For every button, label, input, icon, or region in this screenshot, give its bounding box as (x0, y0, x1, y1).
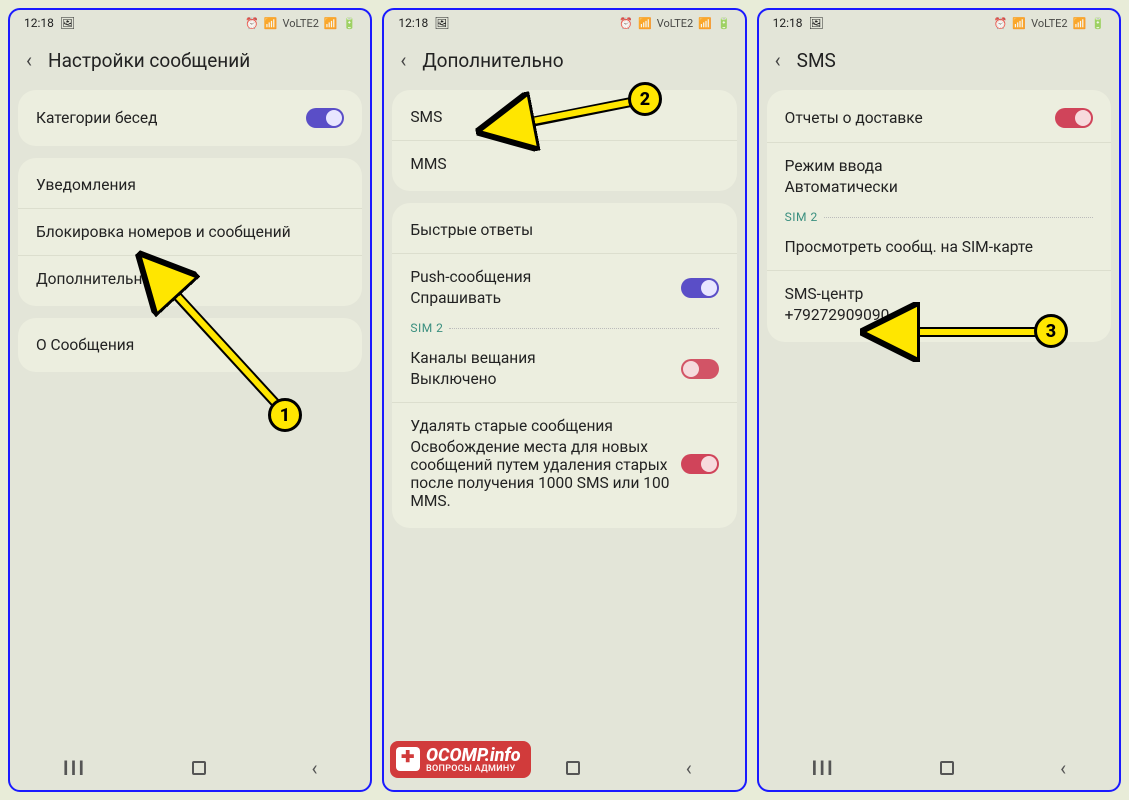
status-bar: 12:18 🖼 ⏰ 📶 VoLTE2 📶 🔋 (10, 10, 370, 36)
phone-screen-2: 12:18 🖼 ⏰ 📶 VoLTE2 📶 🔋 ‹ SMS Отчеты о доставке Реж… (757, 8, 1121, 792)
status-bar: 12:18 🖼 ⏰ 📶 VoLTE2 📶 🔋 (759, 10, 1119, 36)
callout-badge-3: 3 (1034, 314, 1068, 348)
sim-label-text: SIM 2 (410, 321, 443, 335)
row-label: Уведомления (36, 176, 136, 194)
status-icon: 🔋 (1091, 17, 1105, 30)
row-label: Push-сообщения (410, 268, 531, 286)
dotted-divider (449, 328, 718, 329)
status-icon: 📶 (324, 17, 338, 30)
nav-recent-icon[interactable]: III (811, 756, 834, 780)
settings-group: Быстрые ответы Push-сообщения Спрашивать SI… (392, 203, 736, 528)
status-icon: VoLTE2 (1031, 17, 1067, 30)
settings-row[interactable]: Удалять старые сообщения Освобождение мес… (392, 402, 736, 524)
nav-recent-icon[interactable]: III (63, 756, 86, 780)
row-label: SMS-центр (785, 285, 890, 303)
nav-home-icon[interactable] (566, 761, 580, 775)
nav-back-icon[interactable]: ‹ (311, 756, 317, 780)
status-time: 12:18 (398, 16, 428, 30)
back-icon[interactable]: ‹ (26, 48, 32, 72)
row-label: Быстрые ответы (410, 221, 533, 239)
sim-section-label: SIM 2 (392, 321, 736, 335)
settings-row[interactable]: Быстрые ответы (392, 207, 736, 253)
nav-back-icon[interactable]: ‹ (1060, 756, 1066, 780)
row-label: Каналы вещания (410, 349, 535, 367)
settings-row[interactable]: MMS (392, 140, 736, 187)
site-logo: OCOMP.info ВОПРОСЫ АДМИНУ (390, 741, 531, 778)
settings-row[interactable]: Категории бесед (18, 94, 362, 142)
toggle-switch[interactable] (306, 108, 344, 128)
settings-group: Категории бесед (18, 90, 362, 146)
row-label: Дополнительно (36, 270, 151, 288)
image-icon: 🖼 (60, 16, 75, 30)
logo-sub: ВОПРОСЫ АДМИНУ (426, 764, 521, 774)
row-label: О Сообщения (36, 336, 134, 354)
status-icon: 📶 (264, 17, 278, 30)
screen-header: ‹ SMS (759, 36, 1119, 90)
callout-arrow-3 (898, 320, 1048, 350)
row-sublabel: Спрашивать (410, 289, 531, 307)
screen-header: ‹ Дополнительно (384, 36, 744, 90)
sim-section-label: SIM 2 (767, 210, 1111, 224)
settings-group: Отчеты о доставке Режим ввода Автоматическ… (767, 90, 1111, 342)
status-icon: 🔋 (717, 17, 731, 30)
settings-row[interactable]: Просмотреть сообщ. на SIM-карте (767, 224, 1111, 270)
back-icon[interactable]: ‹ (400, 48, 406, 72)
row-sublabel: +79272909090 (785, 306, 890, 324)
toggle-switch[interactable] (681, 359, 719, 379)
row-label: Отчеты о доставке (785, 109, 923, 127)
nav-bar: III ‹ (10, 746, 370, 790)
nav-home-icon[interactable] (940, 761, 954, 775)
row-label: Просмотреть сообщ. на SIM-карте (785, 238, 1033, 256)
row-label: Блокировка номеров и сообщений (36, 223, 291, 241)
settings-row[interactable]: Каналы вещания Выключено (392, 335, 736, 402)
status-time: 12:18 (24, 16, 54, 30)
status-icon: ⏰ (245, 17, 259, 30)
screen-header: ‹ Настройки сообщений (10, 36, 370, 90)
image-icon: 🖼 (809, 16, 824, 30)
row-label: MMS (410, 155, 446, 173)
sim-label-text: SIM 2 (785, 210, 818, 224)
status-icon: ⏰ (619, 17, 633, 30)
settings-row[interactable]: Уведомления (18, 162, 362, 208)
status-icon: 📶 (698, 17, 712, 30)
callout-badge-1: 1 (268, 398, 302, 432)
image-icon: 🖼 (434, 16, 449, 30)
toggle-switch[interactable] (681, 454, 719, 474)
row-label: Режим ввода (785, 157, 898, 175)
status-time: 12:18 (773, 16, 803, 30)
status-icon: 📶 (638, 17, 652, 30)
nav-bar: III ‹ (759, 746, 1119, 790)
nav-back-icon[interactable]: ‹ (686, 756, 692, 780)
toggle-switch[interactable] (681, 278, 719, 298)
settings-row[interactable]: Push-сообщения Спрашивать (392, 253, 736, 321)
row-label: SMS (410, 108, 442, 126)
status-icon: 📶 (1073, 17, 1087, 30)
screen-title: Дополнительно (422, 49, 563, 72)
status-icon: ⏰ (994, 17, 1008, 30)
settings-row[interactable]: Отчеты о доставке (767, 94, 1111, 142)
status-icon: 📶 (1012, 17, 1026, 30)
dotted-divider (824, 217, 1093, 218)
status-bar: 12:18 🖼 ⏰ 📶 VoLTE2 📶 🔋 (384, 10, 744, 36)
status-icon: VoLTE2 (282, 17, 318, 30)
nav-home-icon[interactable] (192, 761, 206, 775)
toggle-switch[interactable] (1055, 108, 1093, 128)
screen-title: SMS (797, 49, 836, 72)
settings-row[interactable]: Режим ввода Автоматически (767, 142, 1111, 210)
back-icon[interactable]: ‹ (775, 48, 781, 72)
status-icon: VoLTE2 (657, 17, 693, 30)
row-hint: Освобождение места для новых сообщений п… (410, 438, 680, 510)
status-icon: 🔋 (343, 17, 357, 30)
row-sublabel: Выключено (410, 370, 535, 388)
screen-title: Настройки сообщений (48, 49, 250, 72)
logo-title: OCOMP.info (426, 745, 521, 766)
row-label: Удалять старые сообщения (410, 417, 680, 435)
row-sublabel: Автоматически (785, 178, 898, 196)
row-label: Категории бесед (36, 109, 157, 127)
settings-row[interactable]: Блокировка номеров и сообщений (18, 208, 362, 255)
callout-badge-2: 2 (628, 82, 662, 116)
